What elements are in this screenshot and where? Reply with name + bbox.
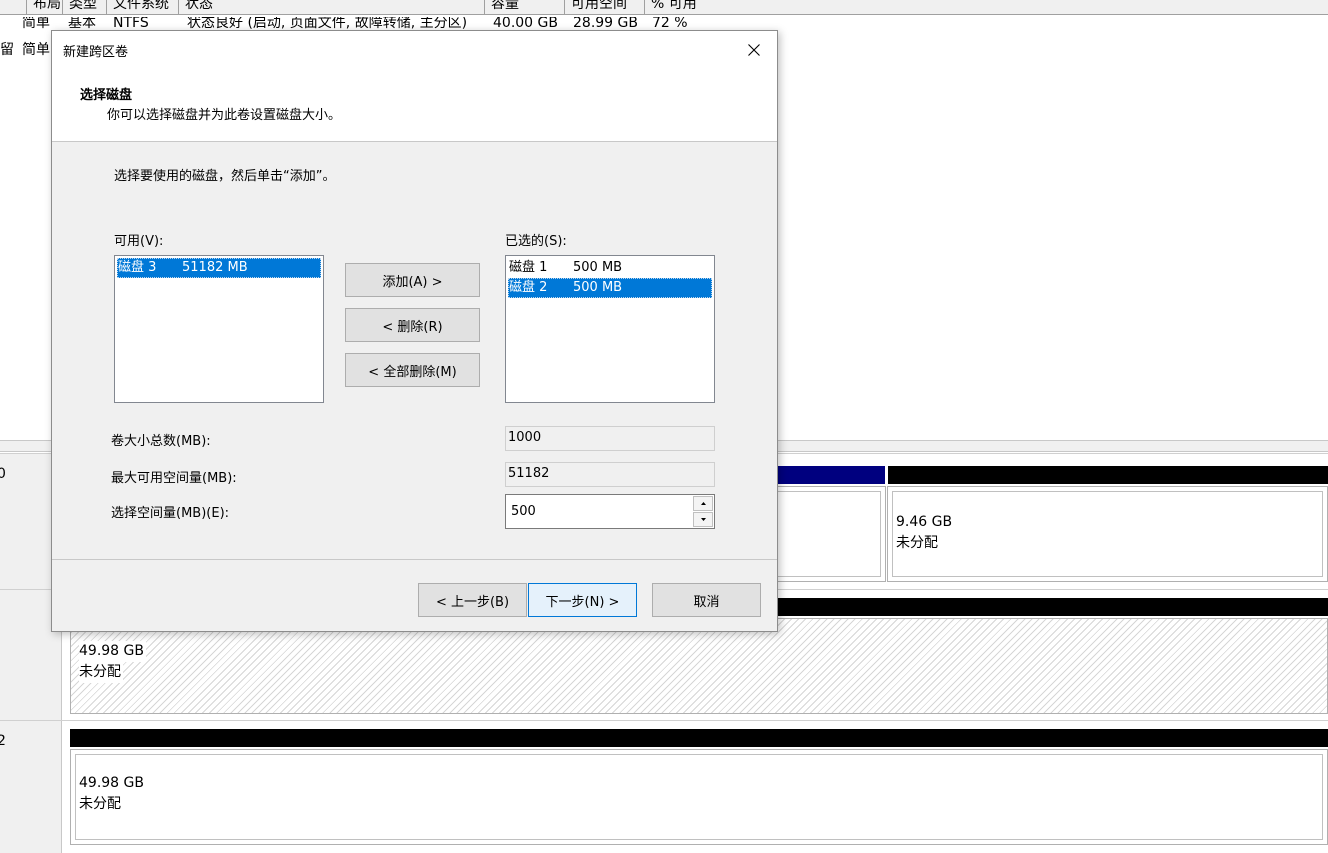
row-filesystem: NTFS xyxy=(113,17,149,29)
partition-size: 9.46 GB xyxy=(896,512,955,533)
new-spanned-volume-dialog: 新建跨区卷 选择磁盘 你可以选择磁盘并为此卷设置磁盘大小。 选择要使用的磁盘，然… xyxy=(51,30,778,632)
row-free-space: 28.99 GB xyxy=(573,17,638,29)
row-percent-free: 72 % xyxy=(652,17,688,29)
spin-buttons xyxy=(693,496,713,527)
row-layout: 简单 xyxy=(22,17,50,29)
selected-label: 已选的(S): xyxy=(505,234,567,249)
remove-all-button[interactable]: < 全部删除(M) xyxy=(345,353,480,387)
volume-list-header: 布局 类型 文件系统 状态 容量 可用空间 % 可用 xyxy=(0,0,1328,15)
row-layout: 简单 xyxy=(22,42,50,58)
next-button[interactable]: 下一步(N) > xyxy=(528,583,637,617)
partition-size: 49.98 GB xyxy=(79,773,146,794)
table-row[interactable]: 简单 基本 NTFS 状态良好 (启动, 页面文件, 故障转储, 主分区) 40… xyxy=(0,17,1328,29)
column-header-free-space[interactable]: 可用空间 xyxy=(564,0,644,14)
unallocated-partition[interactable]: 9.46 GB 未分配 xyxy=(887,486,1328,582)
instruction-text: 选择要使用的磁盘，然后单击“添加”。 xyxy=(114,169,336,184)
row-capacity: 40.00 GB xyxy=(493,17,558,29)
partition-status: 未分配 xyxy=(79,662,123,683)
arrow-up-icon xyxy=(701,502,706,505)
close-button[interactable] xyxy=(731,31,777,69)
column-header-status[interactable]: 状态 xyxy=(178,0,484,14)
max-space-label: 最大可用空间量(MB): xyxy=(111,471,237,486)
column-header-layout[interactable]: 布局 xyxy=(26,0,62,14)
wizard-header-subtitle: 你可以选择磁盘并为此卷设置磁盘大小。 xyxy=(107,108,342,123)
spin-down-button[interactable] xyxy=(693,512,713,527)
max-space-field: 51182 xyxy=(505,462,715,487)
dialog-title: 新建跨区卷 xyxy=(63,45,129,60)
select-space-stepper[interactable] xyxy=(505,494,715,529)
disk-2-label[interactable]: 2 xyxy=(0,721,62,853)
column-header-capacity[interactable]: 容量 xyxy=(484,0,564,14)
partition-size: 49.98 GB xyxy=(79,641,146,662)
select-space-input[interactable] xyxy=(507,496,687,526)
dialog-titlebar[interactable]: 新建跨区卷 xyxy=(52,31,777,69)
total-size-label: 卷大小总数(MB): xyxy=(111,434,211,449)
available-disks-list[interactable]: 磁盘 3 51182 MB xyxy=(114,255,324,403)
list-item[interactable]: 磁盘 2 500 MB xyxy=(508,278,712,298)
column-header-percent-free[interactable]: % 可用 xyxy=(644,0,1328,14)
close-icon xyxy=(748,44,760,56)
wizard-header-title: 选择磁盘 xyxy=(80,88,133,103)
add-button[interactable]: 添加(A) > xyxy=(345,263,480,297)
column-header-type[interactable]: 类型 xyxy=(62,0,106,14)
available-label: 可用(V): xyxy=(114,234,164,249)
partition-status: 未分配 xyxy=(79,794,123,815)
row-type: 基本 xyxy=(68,17,96,29)
unallocated-strip xyxy=(70,729,1328,747)
arrow-down-icon xyxy=(701,518,706,521)
row-status: 状态良好 (启动, 页面文件, 故障转储, 主分区) xyxy=(187,17,468,29)
disk-2-row: 2 49.98 GB 未分配 xyxy=(0,720,1328,853)
list-item[interactable]: 磁盘 3 51182 MB xyxy=(117,258,321,278)
unallocated-partition-selected[interactable]: 49.98 GB 未分配 xyxy=(70,618,1328,714)
wizard-header: 选择磁盘 你可以选择磁盘并为此卷设置磁盘大小。 xyxy=(52,69,777,142)
back-button[interactable]: < 上一步(B) xyxy=(418,583,527,617)
partition-status: 未分配 xyxy=(896,533,940,554)
select-space-label: 选择空间量(MB)(E): xyxy=(111,506,230,521)
total-size-field: 1000 xyxy=(505,426,715,451)
row-name-fragment: 留 xyxy=(0,42,14,58)
cancel-button[interactable]: 取消 xyxy=(652,583,761,617)
list-item[interactable]: 磁盘 1 500 MB xyxy=(508,258,712,278)
spin-up-button[interactable] xyxy=(693,496,713,511)
remove-button[interactable]: < 删除(R) xyxy=(345,308,480,342)
unallocated-strip xyxy=(888,466,1328,484)
footer-divider xyxy=(52,559,777,560)
unallocated-partition[interactable]: 49.98 GB 未分配 xyxy=(70,749,1328,845)
column-header-filesystem[interactable]: 文件系统 xyxy=(106,0,178,14)
selected-disks-list[interactable]: 磁盘 1 500 MB 磁盘 2 500 MB xyxy=(505,255,715,403)
